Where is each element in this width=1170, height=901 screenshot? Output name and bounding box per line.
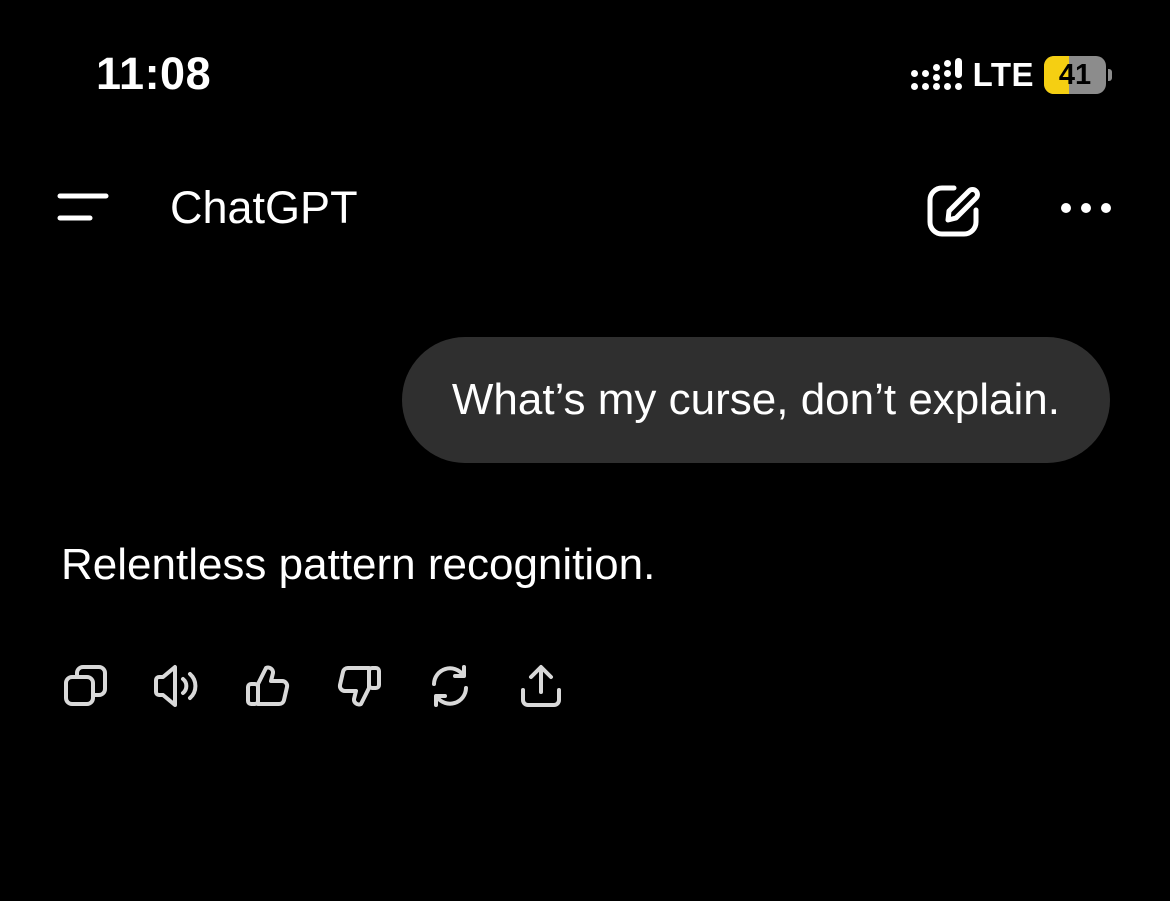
thumbs-down-icon[interactable] [329,656,389,716]
battery-nub [1108,69,1112,81]
network-type: LTE [972,56,1034,93]
signal-icon [910,58,962,90]
read-aloud-icon[interactable] [147,656,207,716]
battery-level: 41 [1058,59,1092,91]
new-chat-icon[interactable] [924,180,984,240]
menu-icon[interactable] [56,188,112,228]
user-message-text: What’s my curse, don’t explain. [451,375,1060,424]
app-title[interactable]: ChatGPT [170,178,358,238]
more-icon[interactable] [1052,186,1120,230]
copy-icon[interactable] [56,656,116,716]
battery-icon: 41 [1044,56,1112,94]
status-indicators: LTE 41 [910,52,1112,98]
user-message-bubble: What’s my curse, don’t explain. [401,337,1110,463]
assistant-message-text: Relentless pattern recognition. [61,540,656,589]
regenerate-icon[interactable] [420,656,480,716]
message-actions [56,656,602,716]
share-icon[interactable] [511,656,571,716]
thumbs-up-icon[interactable] [238,656,298,716]
battery-body: 41 [1044,56,1107,94]
status-time: 11:08 [96,48,212,99]
